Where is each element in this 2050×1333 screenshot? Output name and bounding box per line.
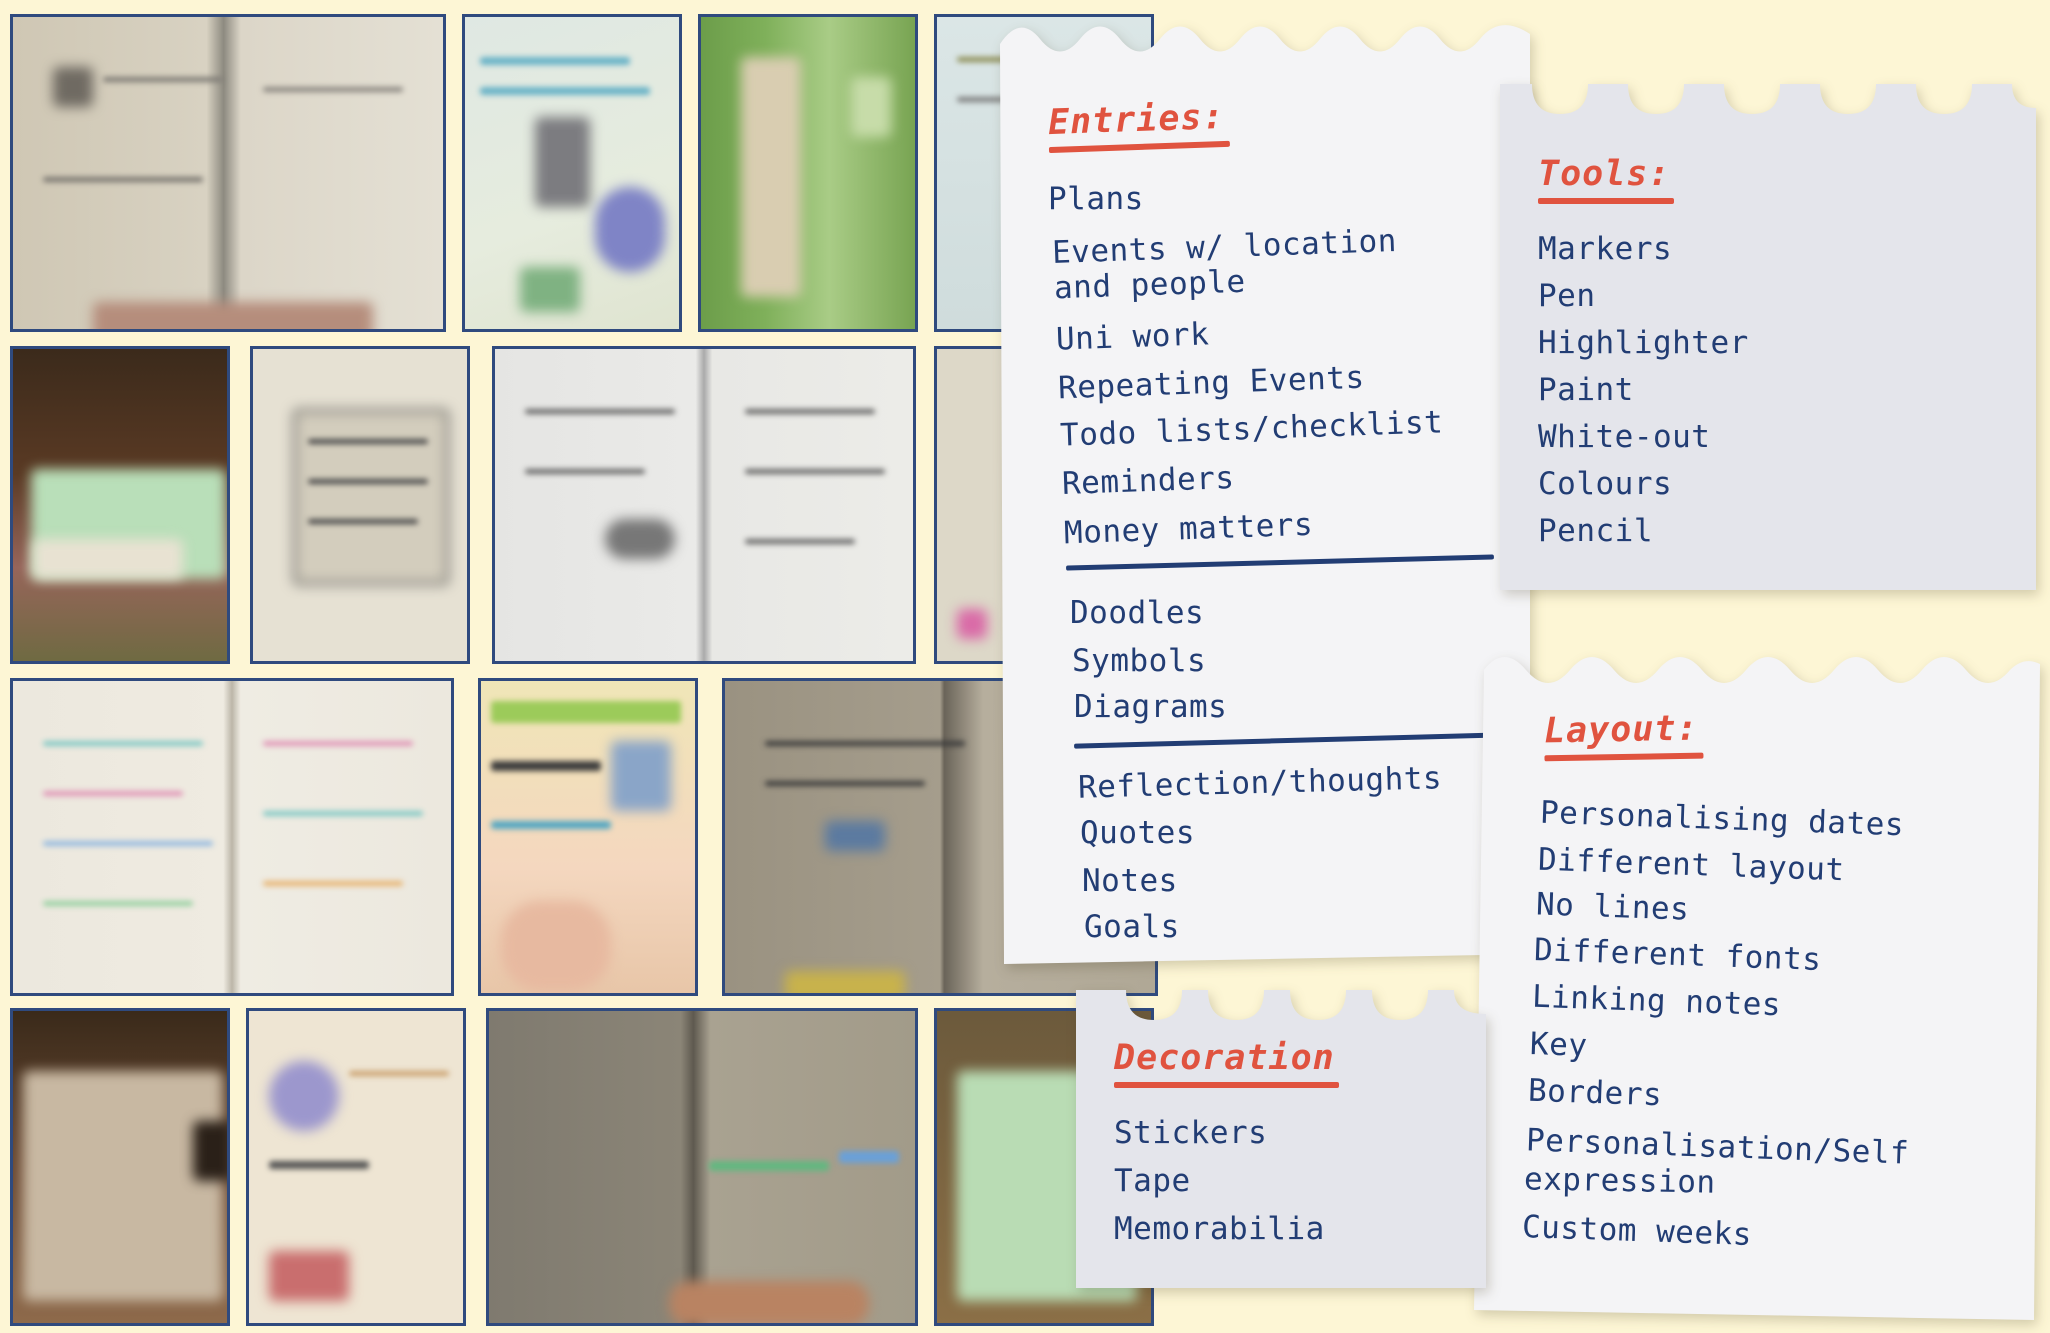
entries-item-reminders: Reminders bbox=[1061, 460, 1236, 502]
layout-item-custom-weeks: Custom weeks bbox=[1521, 1208, 1753, 1254]
photo-green-organiser bbox=[698, 14, 918, 332]
photo-quote-page bbox=[250, 346, 470, 664]
entries-item-diagrams: Diagrams bbox=[1074, 689, 1228, 725]
entries-item-events-2: and people bbox=[1053, 263, 1247, 307]
entries-item-notes: Notes bbox=[1082, 863, 1178, 899]
tools-note: Tools: Markers Pen Highlighter Paint Whi… bbox=[1500, 84, 2036, 590]
photo-spread-notes bbox=[492, 346, 916, 664]
photo-open-diary bbox=[10, 14, 446, 332]
decoration-heading: Decoration bbox=[1114, 1038, 1339, 1088]
decoration-item-memorabilia: Memorabilia bbox=[1114, 1211, 1325, 1247]
layout-item-personalisation-2: expression bbox=[1523, 1161, 1716, 1201]
tools-item-markers: Markers bbox=[1538, 231, 1673, 267]
entries-item-symbols: Symbols bbox=[1072, 643, 1207, 679]
photo-heart-page bbox=[246, 1008, 466, 1326]
entries-item-quotes: Quotes bbox=[1080, 815, 1195, 851]
entries-item-plans: Plans bbox=[1048, 181, 1144, 217]
decoration-item-tape: Tape bbox=[1114, 1163, 1191, 1199]
tools-item-white-out: White-out bbox=[1538, 419, 1711, 455]
entries-item-doodles: Doodles bbox=[1070, 595, 1205, 631]
photo-march-week-page bbox=[478, 678, 698, 996]
entries-item-goals: Goals bbox=[1084, 909, 1180, 945]
decoration-item-stickers: Stickers bbox=[1114, 1115, 1268, 1151]
tools-item-pencil: Pencil bbox=[1538, 513, 1653, 549]
decoration-note: Decoration Stickers Tape Memorabilia bbox=[1076, 990, 1486, 1288]
tools-item-highlighter: Highlighter bbox=[1538, 325, 1749, 361]
layout-heading: Layout: bbox=[1543, 708, 1699, 752]
photo-diary-open-dark bbox=[10, 1008, 230, 1326]
layout-item-no-lines: No lines bbox=[1535, 886, 1690, 928]
tools-heading: Tools: bbox=[1538, 154, 1675, 204]
photo-colourful-page bbox=[462, 14, 682, 332]
entries-item-uni-work: Uni work bbox=[1055, 316, 1210, 358]
photo-planner-hands bbox=[486, 1008, 918, 1326]
entries-heading: Entries: bbox=[1047, 96, 1226, 144]
photo-green-diary-closed bbox=[10, 346, 230, 664]
entries-note: Entries: Plans Events w/ location and pe… bbox=[1000, 14, 1530, 964]
tools-item-colours: Colours bbox=[1538, 466, 1673, 502]
layout-item-key: Key bbox=[1529, 1026, 1589, 1064]
layout-note: Layout: Personalising dates Different la… bbox=[1474, 650, 2044, 1330]
layout-item-borders: Borders bbox=[1527, 1072, 1663, 1114]
tools-item-pen: Pen bbox=[1538, 278, 1596, 314]
photo-highlighted-spread bbox=[10, 678, 454, 996]
tools-item-paint: Paint bbox=[1538, 372, 1634, 408]
